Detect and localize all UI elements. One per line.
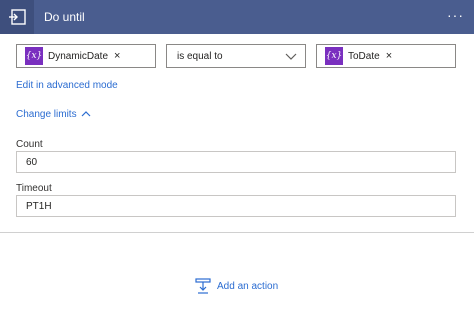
- count-label: Count: [16, 139, 43, 150]
- variable-icon: {x}: [25, 47, 43, 65]
- condition-right-operand[interactable]: {x} ToDate ×: [316, 44, 456, 68]
- timeout-label: Timeout: [16, 183, 52, 194]
- token-label: DynamicDate: [48, 50, 109, 62]
- operator-value: is equal to: [177, 51, 223, 62]
- chevron-up-icon[interactable]: [81, 110, 91, 118]
- add-action-label: Add an action: [217, 280, 279, 292]
- condition-left-operand[interactable]: {x} DynamicDate ×: [16, 44, 156, 68]
- remove-token-icon[interactable]: ×: [386, 50, 392, 62]
- token-label: ToDate: [348, 50, 380, 62]
- remove-token-icon[interactable]: ×: [114, 50, 120, 62]
- variable-icon: {x}: [325, 47, 343, 65]
- header-icon-box: [0, 0, 34, 34]
- count-field[interactable]: [16, 151, 456, 173]
- add-step-icon: [195, 278, 211, 294]
- do-until-card: Do until ··· {x} DynamicDate × is equal …: [0, 0, 474, 233]
- change-limits-link[interactable]: Change limits: [16, 109, 77, 120]
- chevron-down-icon: [285, 53, 297, 60]
- operator-dropdown[interactable]: is equal to: [166, 44, 306, 68]
- edit-advanced-mode-link[interactable]: Edit in advanced mode: [16, 80, 118, 91]
- loop-icon: [9, 9, 26, 25]
- dynamic-content-token: {x} ToDate ×: [325, 47, 393, 65]
- more-options-icon[interactable]: ···: [447, 7, 464, 23]
- dynamic-content-token: {x} DynamicDate ×: [25, 47, 121, 65]
- card-header[interactable]: Do until ···: [0, 0, 474, 34]
- card-title: Do until: [44, 10, 85, 24]
- timeout-field[interactable]: [16, 195, 456, 217]
- add-action-button[interactable]: Add an action: [195, 278, 278, 294]
